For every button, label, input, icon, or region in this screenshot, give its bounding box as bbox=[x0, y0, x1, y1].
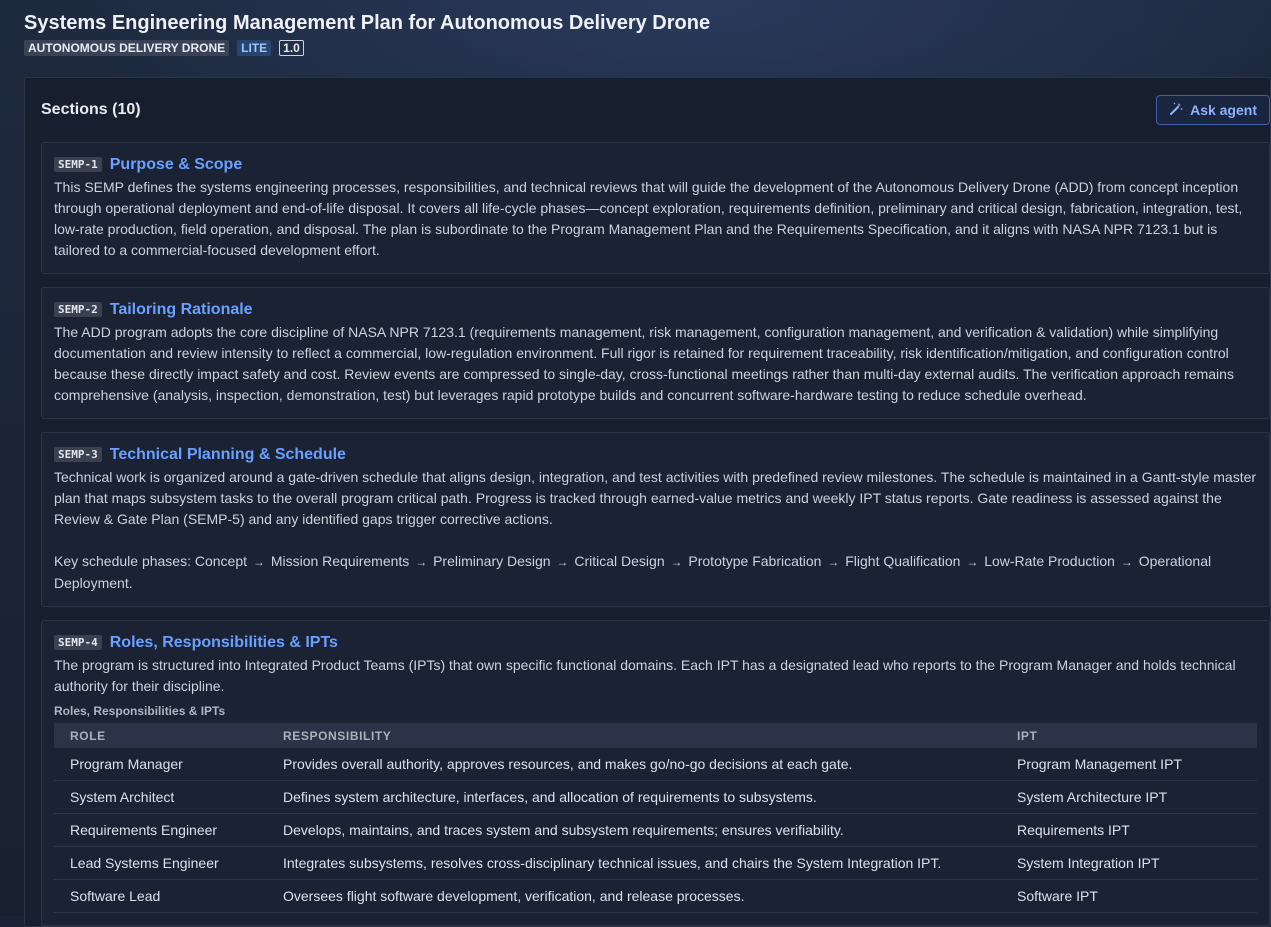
schedule-phase: Critical Design bbox=[574, 553, 665, 569]
role-cell: Requirements Engineer bbox=[54, 813, 267, 847]
section-card: SEMP-3 Technical Planning & Schedule Tec… bbox=[41, 432, 1270, 607]
role-cell: Lead Systems Engineer bbox=[54, 846, 267, 880]
document-header: Systems Engineering Management Plan for … bbox=[0, 0, 1271, 66]
ask-agent-label: Ask agent bbox=[1190, 102, 1257, 118]
section-card: SEMP-1 Purpose & Scope This SEMP defines… bbox=[41, 142, 1270, 274]
badge-row: AUTONOMOUS DELIVERY DRONE LITE 1.0 bbox=[24, 40, 1247, 56]
phase-list: Concept → Mission Requirements → Prelimi… bbox=[54, 553, 1211, 591]
role-cell: System Architect bbox=[54, 780, 267, 814]
section-title-link[interactable]: Tailoring Rationale bbox=[110, 301, 253, 319]
section-card: SEMP-2 Tailoring Rationale The ADD progr… bbox=[41, 287, 1270, 419]
responsibility-cell: Integrates subsystems, resolves cross-di… bbox=[267, 846, 1001, 880]
ask-agent-button[interactable]: Ask agent bbox=[1156, 95, 1270, 125]
responsibility-cell: Oversees flight software development, ve… bbox=[267, 879, 1001, 913]
section-title-link[interactable]: Purpose & Scope bbox=[110, 156, 242, 174]
section-body: This SEMP defines the systems engineerin… bbox=[54, 179, 1243, 258]
section-body: Technical work is organized around a gat… bbox=[54, 469, 1257, 527]
table-row: Program Manager Provides overall authori… bbox=[54, 748, 1257, 781]
schedule-phase: Mission Requirements bbox=[270, 553, 410, 569]
section-body: The ADD program adopts the core discipli… bbox=[54, 324, 1234, 403]
roles-table: ROLE RESPONSIBILITY IPT Program Manager … bbox=[54, 723, 1257, 913]
schedule-phase: Concept bbox=[194, 553, 248, 569]
section-id: SEMP-2 bbox=[54, 302, 102, 317]
project-badge: AUTONOMOUS DELIVERY DRONE bbox=[24, 40, 230, 56]
arrow-right-icon: → bbox=[556, 555, 569, 569]
arrow-right-icon: → bbox=[670, 555, 683, 569]
table-row: Requirements Engineer Develops, maintain… bbox=[54, 813, 1257, 847]
responsibility-cell: Defines system architecture, interfaces,… bbox=[267, 780, 1001, 814]
column-header-ipt: IPT bbox=[1001, 723, 1257, 748]
arrow-right-icon: → bbox=[827, 555, 840, 569]
table-row: System Architect Defines system architec… bbox=[54, 780, 1257, 814]
ipt-cell: System Architecture IPT bbox=[1001, 780, 1257, 814]
version-badge: 1.0 bbox=[279, 40, 304, 56]
table-row: Lead Systems Engineer Integrates subsyst… bbox=[54, 846, 1257, 880]
section-id: SEMP-1 bbox=[54, 157, 102, 172]
schedule-phase: Flight Qualification bbox=[845, 553, 961, 569]
arrow-right-icon: → bbox=[252, 555, 265, 569]
role-cell: Software Lead bbox=[54, 879, 267, 913]
arrow-right-icon: → bbox=[415, 555, 428, 569]
page: Systems Engineering Management Plan for … bbox=[0, 0, 1271, 927]
section-title-link[interactable]: Roles, Responsibilities & IPTs bbox=[110, 634, 338, 652]
column-header-responsibility: RESPONSIBILITY bbox=[267, 723, 1001, 748]
schedule-phases: Key schedule phases: Concept → Mission R… bbox=[54, 551, 1257, 594]
tier-badge: LITE bbox=[237, 40, 272, 56]
sections-panel-header: Sections (10) Ask agent bbox=[41, 78, 1270, 142]
column-header-role: ROLE bbox=[54, 723, 267, 748]
section-id: SEMP-3 bbox=[54, 447, 102, 462]
section-body: The program is structured into Integrate… bbox=[54, 657, 1236, 694]
responsibility-cell: Provides overall authority, approves res… bbox=[267, 748, 1001, 781]
ipt-cell: Software IPT bbox=[1001, 879, 1257, 913]
page-title: Systems Engineering Management Plan for … bbox=[24, 12, 711, 34]
responsibility-cell: Develops, maintains, and traces system a… bbox=[267, 813, 1001, 847]
phases-suffix: . bbox=[128, 575, 133, 591]
ipt-cell: Program Management IPT bbox=[1001, 748, 1257, 781]
ipt-cell: Requirements IPT bbox=[1001, 813, 1257, 847]
role-cell: Program Manager bbox=[54, 748, 267, 781]
sections-panel: Sections (10) Ask agent SEMP-1 Purpose &… bbox=[24, 77, 1271, 927]
arrow-right-icon: → bbox=[966, 555, 979, 569]
schedule-phase: Low-Rate Production bbox=[984, 553, 1115, 569]
sections-title: Sections (10) bbox=[41, 101, 141, 118]
schedule-phase: Prototype Fabrication bbox=[688, 553, 822, 569]
ipt-cell: System Integration IPT bbox=[1001, 846, 1257, 880]
section-id: SEMP-4 bbox=[54, 635, 102, 650]
table-header-row: ROLE RESPONSIBILITY IPT bbox=[54, 723, 1257, 748]
magic-wand-icon bbox=[1169, 102, 1183, 119]
table-caption: Roles, Responsibilities & IPTs bbox=[54, 704, 226, 718]
arrow-right-icon: → bbox=[1120, 555, 1133, 569]
table-row: Software Lead Oversees flight software d… bbox=[54, 879, 1257, 913]
schedule-phase: Preliminary Design bbox=[433, 553, 551, 569]
section-card: SEMP-4 Roles, Responsibilities & IPTs Th… bbox=[41, 620, 1270, 926]
phases-prefix: Key schedule phases: bbox=[54, 553, 195, 569]
section-title-link[interactable]: Technical Planning & Schedule bbox=[110, 446, 346, 464]
